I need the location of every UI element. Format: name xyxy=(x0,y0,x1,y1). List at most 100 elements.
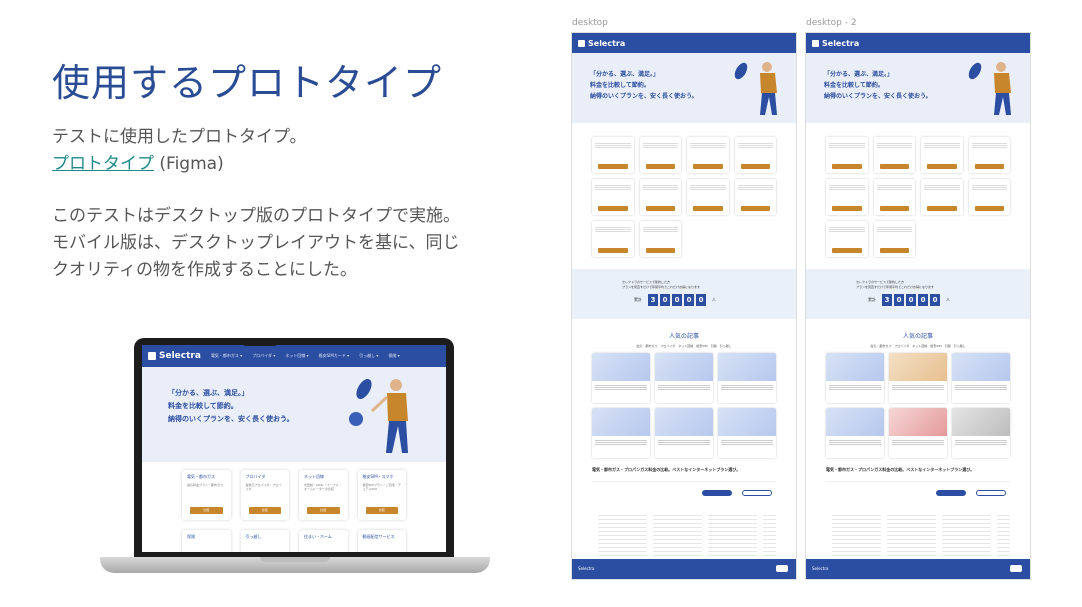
hero-line: 「分かる、選ぶ、満足。」 xyxy=(168,389,249,397)
laptop-mockup: Selectra 電気・都市ガス ▾ プロバイダ ▾ ネット回線 ▾ 格安SIM… xyxy=(100,338,490,578)
category-card xyxy=(873,221,915,257)
article-card xyxy=(592,353,650,403)
laptop-screen: Selectra 電気・都市ガス ▾ プロバイダ ▾ ネット回線 ▾ 格安SIM… xyxy=(142,345,446,552)
laptop-screen-frame: Selectra 電気・都市ガス ▾ プロバイダ ▾ ネット回線 ▾ 格安SIM… xyxy=(134,338,454,558)
info-band: 電気・都市ガス・プロパンガス料金の比較。ベストなインターネットプラン選び。 xyxy=(826,467,975,472)
nav-item[interactable]: プロバイダ ▾ xyxy=(252,353,275,359)
frame-nav: Selectra xyxy=(572,33,796,53)
card-title: プロバイダ xyxy=(245,474,266,479)
nav-item[interactable]: 引っ越し ▾ xyxy=(359,353,378,359)
category-card xyxy=(687,137,729,173)
laptop-lip xyxy=(260,557,330,562)
savings-counter: セレクトラのサービスで節約した方 プランを見直すだけで年間平均でこれだけお得にな… xyxy=(806,269,1030,319)
hero-line: 「分かる、選ぶ、満足。」 xyxy=(824,71,894,78)
description-line: クオリティの物を作成することにした。 xyxy=(52,260,357,280)
selectra-logo[interactable]: Selectra xyxy=(148,351,201,361)
counter-digit: 0 xyxy=(930,294,940,306)
compare-button[interactable]: 比較 xyxy=(248,507,281,514)
hero-line: 納得のいくプランを、安く長く使おう。 xyxy=(590,93,698,100)
counter-digits: 累計 3 0 0 0 0 人 xyxy=(634,294,716,306)
compare-button[interactable]: 比較 xyxy=(365,507,398,514)
selectra-logo: Selectra xyxy=(812,39,859,48)
nav-item[interactable]: 電気・都市ガス ▾ xyxy=(211,353,242,359)
counter-digit: 3 xyxy=(648,294,658,306)
article-grid xyxy=(572,348,796,463)
card-title: 格安SIM・スマホ xyxy=(362,474,394,479)
footer-links xyxy=(826,515,1010,565)
category-card xyxy=(639,221,681,257)
card-title: 電気・都市ガス xyxy=(187,474,215,479)
category-card xyxy=(592,179,634,215)
hero-illustration-icon xyxy=(968,62,1011,115)
card-text: 光回線・ADSL・ケーブル・ホームルーターの比較 xyxy=(304,483,342,491)
counter-text: セレクトラのサービスで節約した方 プランを見直すだけで年間平均でこれだけお得にな… xyxy=(856,280,935,289)
category-card[interactable]: 住まい・ホーム xyxy=(299,530,348,552)
card-text: 格安SIMプラン・ご自宅・デュアルSIM xyxy=(362,483,401,491)
logo-check-icon xyxy=(812,39,819,47)
counter-digit: 3 xyxy=(882,294,892,306)
category-card xyxy=(968,137,1010,173)
category-card[interactable]: 電気・都市ガス 電気料金プラン・都市ガス 比較 xyxy=(182,470,231,520)
page-title: 使用するプロトタイプ xyxy=(52,61,443,105)
category-card[interactable]: プロバイダ 提供元プロバイダ・プロバイダ 比較 xyxy=(240,470,289,520)
category-card[interactable]: ネット回線 光回線・ADSL・ケーブル・ホームルーターの比較 比較 xyxy=(299,470,348,520)
savings-counter: セレクトラのサービスで節約した方 プランを見直すだけで年間平均でこれだけお得にな… xyxy=(572,269,796,319)
hero-line: 料金を比較して節約。 xyxy=(590,82,650,89)
intro-block: テストに使用したプロトタイプ。 プロトタイプ (Figma) xyxy=(52,124,307,178)
article-card xyxy=(952,353,1010,403)
category-card xyxy=(639,179,681,215)
prototype-hero: 「分かる、選ぶ、満足。」 料金を比較して節約。 納得のいくプランを、安く長く使お… xyxy=(142,367,446,462)
category-card[interactable]: 格安SIM・スマホ 格安SIMプラン・ご自宅・デュアルSIM 比較 xyxy=(357,470,406,520)
frame-footer: Selectra xyxy=(806,559,1030,579)
frame-hero: 「分かる、選ぶ、満足。」 料金を比較して節約。 納得のいくプランを、安く長く使お… xyxy=(572,53,796,123)
logo-check-icon xyxy=(578,39,585,47)
category-card xyxy=(826,179,868,215)
info-band: 電気・都市ガス・プロパンガス料金の比較。ベストなインターネットプラン選び。 xyxy=(592,467,741,472)
counter-digits: 累計 3 0 0 0 0 人 xyxy=(868,294,950,306)
hero-text: 「分かる、選ぶ、満足。」 料金を比較して節約。 納得のいくプランを、安く長く使お… xyxy=(824,69,932,102)
card-title: 動画配信サービス xyxy=(362,534,395,539)
compare-button[interactable]: 比較 xyxy=(190,507,223,514)
article-grid xyxy=(806,348,1030,463)
category-card xyxy=(734,137,776,173)
nav-item[interactable]: ネット回線 ▾ xyxy=(285,353,308,359)
article-card xyxy=(826,353,884,403)
article-card xyxy=(592,408,650,458)
intro-text: テストに使用したプロトタイプ。 xyxy=(52,127,307,147)
hero-text: 「分かる、選ぶ、満足。」 料金を比較して節約。 納得のいくプランを、安く長く使お… xyxy=(590,69,698,102)
article-card xyxy=(889,408,947,458)
selectra-logo: Selectra xyxy=(578,39,625,48)
prototype-link[interactable]: プロトタイプ xyxy=(52,154,154,174)
description-line: モバイル版は、デスクトップレイアウトを基に、同じ xyxy=(52,233,460,253)
category-card xyxy=(826,137,868,173)
counter-text: セレクトラのサービスで節約した方 プランを見直すだけで年間平均でこれだけお得にな… xyxy=(622,280,701,289)
category-card[interactable]: 引っ越し xyxy=(240,530,289,552)
counter-digit: 0 xyxy=(684,294,694,306)
card-text: 電気料金プラン・都市ガス xyxy=(187,483,224,487)
frame-label[interactable]: desktop - 2 xyxy=(806,18,857,28)
laptop-notch xyxy=(242,338,278,346)
desktop-2-frame[interactable]: Selectra 「分かる、選ぶ、満足。」 料金を比較して節約。 納得のいくプラ… xyxy=(805,32,1031,580)
hero-line: 「分かる、選ぶ、満足。」 xyxy=(590,71,660,78)
nav-item[interactable]: 格安SIMカード ▾ xyxy=(319,353,349,359)
counter-digit: 0 xyxy=(672,294,682,306)
footer-button xyxy=(776,565,788,572)
frame-label[interactable]: desktop xyxy=(572,18,608,28)
prototype-link-line: プロトタイプ (Figma) xyxy=(52,151,307,178)
category-card[interactable]: 動画配信サービス xyxy=(357,530,406,552)
desktop-frame[interactable]: Selectra 「分かる、選ぶ、満足。」 料金を比較して節約。 納得のいくプラ… xyxy=(571,32,797,580)
card-title: 保険 xyxy=(187,534,195,539)
card-title: 引っ越し xyxy=(245,534,262,539)
nav-item[interactable]: 保険 ▾ xyxy=(388,353,399,359)
frame-cards xyxy=(806,123,1030,265)
logo-check-icon xyxy=(148,352,156,360)
hero-illustration-icon xyxy=(734,62,777,115)
hero-illustration-icon xyxy=(349,379,408,453)
category-card xyxy=(921,137,963,173)
compare-button[interactable]: 比較 xyxy=(307,507,340,514)
category-card xyxy=(592,137,634,173)
category-card[interactable]: 保険 xyxy=(182,530,231,552)
info-section xyxy=(592,481,776,511)
category-card xyxy=(592,221,634,257)
frame-nav: Selectra xyxy=(806,33,1030,53)
